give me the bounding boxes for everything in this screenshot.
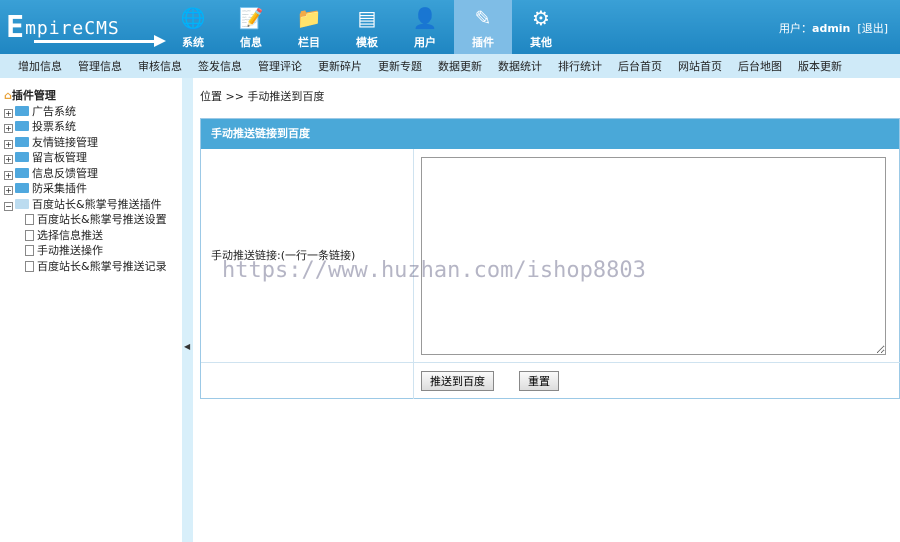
nav-item[interactable]: 管理评论 xyxy=(258,58,302,74)
expand-icon[interactable]: + xyxy=(4,139,13,149)
nav-item[interactable]: 签发信息 xyxy=(198,58,242,74)
push-form: 手动推送链接到百度 手动推送链接:(一行一条链接) 推送到百度 重置 xyxy=(200,118,900,399)
folder-icon xyxy=(15,183,29,193)
nav-item[interactable]: 数据统计 xyxy=(498,58,542,74)
folder-icon: 📁 xyxy=(296,6,322,30)
expand-icon[interactable]: + xyxy=(4,155,13,164)
page-icon xyxy=(25,229,34,241)
module-tab-0[interactable]: 🌐 系统 xyxy=(164,0,222,54)
tree-root[interactable]: ⌂插件管理 xyxy=(4,88,182,104)
tree-folder[interactable]: + 信息反馈管理 xyxy=(4,166,182,182)
folder-icon xyxy=(15,152,29,162)
nav-item[interactable]: 后台首页 xyxy=(618,58,662,74)
page-icon xyxy=(25,245,34,256)
user-icon: 👤 xyxy=(412,6,438,30)
user-info: 用户：admin [退出] xyxy=(779,22,888,35)
collapse-icon[interactable]: − xyxy=(4,201,13,211)
window-icon: ▤ xyxy=(357,6,377,30)
tree-leaf[interactable]: 选择信息推送 xyxy=(4,228,182,244)
reset-button[interactable]: 重置 xyxy=(519,371,559,391)
tree-folder[interactable]: + 投票系统 xyxy=(4,119,182,135)
folder-icon xyxy=(15,121,29,131)
folder-icon xyxy=(15,167,29,178)
links-textarea[interactable] xyxy=(421,157,886,355)
collapse-arrow-icon[interactable]: ◀ xyxy=(184,342,190,351)
globe-icon: 🌐 xyxy=(180,6,206,30)
logout-link[interactable]: [退出] xyxy=(857,22,888,35)
sidebar-splitter[interactable]: ◀ xyxy=(182,78,193,542)
tree-folder[interactable]: + 广告系统 xyxy=(4,104,182,120)
nav-item[interactable]: 排行统计 xyxy=(558,58,602,74)
tree-folder[interactable]: + 友情链接管理 xyxy=(4,135,182,151)
gear-icon: ⚙ xyxy=(532,6,550,30)
tree-leaf[interactable]: 百度站长&熊掌号推送设置 xyxy=(4,212,182,228)
expand-icon[interactable]: + xyxy=(4,186,13,195)
expand-icon[interactable]: + xyxy=(4,108,13,118)
nav-item[interactable]: 更新专题 xyxy=(378,58,422,74)
module-tab-2[interactable]: 📁 栏目 xyxy=(280,0,338,54)
page-icon xyxy=(25,214,34,225)
nav-item[interactable]: 版本更新 xyxy=(798,58,842,74)
page-icon xyxy=(25,260,34,272)
expand-icon[interactable]: + xyxy=(4,170,13,180)
module-tab-6[interactable]: ⚙ 其他 xyxy=(512,0,570,54)
module-tab-4[interactable]: 👤 用户 xyxy=(396,0,454,54)
logo: EmpireCMS xyxy=(6,10,166,47)
breadcrumb: 位置 >> 手动推送到百度 xyxy=(200,90,325,103)
document-edit-icon: 📝 xyxy=(238,6,264,30)
nav-item[interactable]: 管理信息 xyxy=(78,58,122,74)
nav-item[interactable]: 网站首页 xyxy=(678,58,722,74)
tree-folder-open[interactable]: − 百度站长&熊掌号推送插件 xyxy=(4,197,182,213)
nav-item[interactable]: 数据更新 xyxy=(438,58,482,74)
folder-icon xyxy=(15,105,29,116)
nav-item[interactable]: 增加信息 xyxy=(18,58,62,74)
tree-folder[interactable]: + 防采集插件 xyxy=(4,181,182,197)
nav-item[interactable]: 审核信息 xyxy=(138,58,182,74)
links-label: 手动推送链接:(一行一条链接) xyxy=(211,249,356,262)
sidebar-tree: ⌂插件管理 + 广告系统 + 投票系统 + 友情链接管理 + 留言板管理 + 信息反馈管理 + 防采集… xyxy=(0,78,182,542)
tree-leaf[interactable]: 百度站长&熊掌号推送记录 xyxy=(4,259,182,275)
nav-item[interactable]: 后台地图 xyxy=(738,58,782,74)
username: admin xyxy=(812,22,851,35)
expand-icon[interactable]: + xyxy=(4,124,13,133)
folder-icon xyxy=(15,136,29,147)
module-tab-5[interactable]: ✎ 插件 xyxy=(454,0,512,54)
tree-leaf[interactable]: 手动推送操作 xyxy=(4,243,182,259)
open-folder-icon xyxy=(15,198,29,209)
top-nav: 增加信息 管理信息 审核信息 签发信息 管理评论 更新碎片 更新专题 数据更新 数据统计 排行统计… xyxy=(0,54,900,78)
header: EmpireCMS 🌐 系统 📝 信息 📁 栏目 ▤ 模板 👤 用户 ✎ 插件 ⚙ 其他 用户：admin… xyxy=(0,0,900,54)
module-tab-1[interactable]: 📝 信息 xyxy=(222,0,280,54)
form-title: 手动推送链接到百度 xyxy=(201,119,899,149)
tools-icon: ✎ xyxy=(474,6,492,30)
push-to-baidu-button[interactable]: 推送到百度 xyxy=(421,371,494,391)
nav-item[interactable]: 更新碎片 xyxy=(318,58,362,74)
home-icon: ⌂ xyxy=(4,89,12,102)
tree-folder[interactable]: + 留言板管理 xyxy=(4,150,182,166)
module-tab-3[interactable]: ▤ 模板 xyxy=(338,0,396,54)
